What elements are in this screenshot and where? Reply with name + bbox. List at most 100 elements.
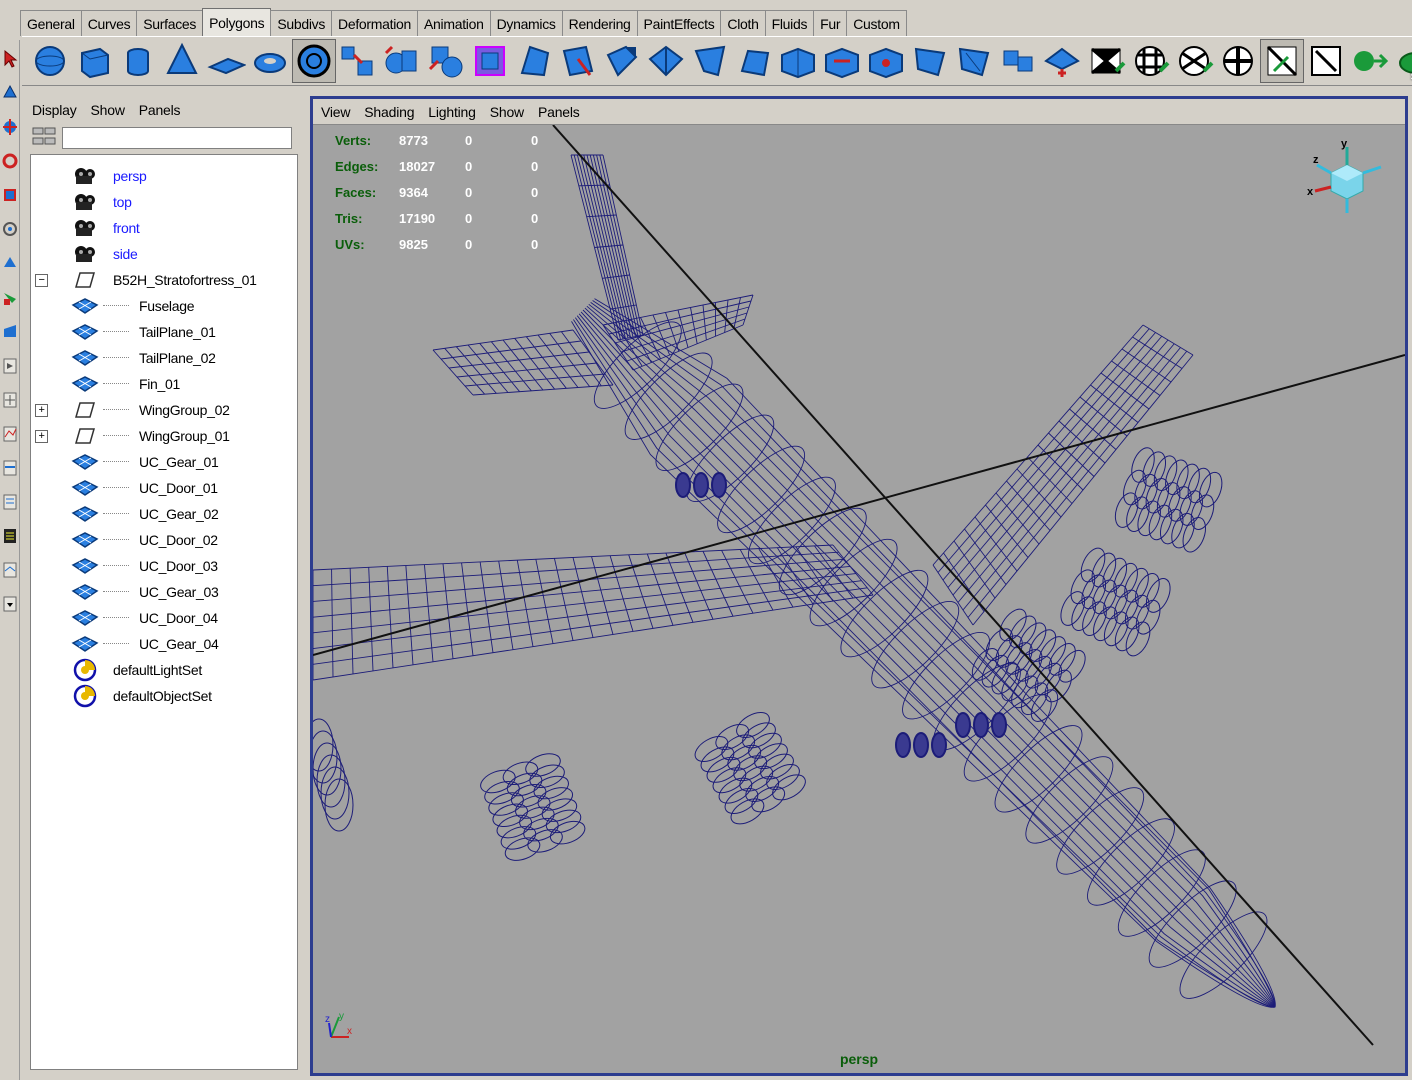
view-cube-gizmo[interactable]: y z x [1307,137,1387,217]
duplicate-face-icon[interactable] [996,39,1040,83]
layout-graph-icon[interactable] [1,418,19,448]
outliner-menu-show[interactable]: Show [91,102,125,118]
chamfer-icon[interactable] [688,39,732,83]
poly-plane-icon[interactable] [204,39,248,83]
layout-quad-icon[interactable] [1,316,19,346]
outliner-item-uc_door_03[interactable]: UC_Door_03 [31,553,297,579]
shelf-tab-polygons[interactable]: Polygons [202,8,272,36]
outliner-item-uc_gear_04[interactable]: UC_Gear_04 [31,631,297,657]
layout-render-icon[interactable] [1,520,19,550]
shelf-tab-fur[interactable]: Fur [813,10,848,36]
shelf-tab-subdivs[interactable]: Subdivs [270,10,333,36]
uv-editor-icon[interactable] [1304,39,1348,83]
poly-torus-icon[interactable] [248,39,292,83]
split-polygon-icon[interactable] [556,39,600,83]
extract-icon[interactable] [1040,39,1084,83]
shelf-tab-dynamics[interactable]: Dynamics [489,10,563,36]
layout-persp-graph-icon[interactable] [1,452,19,482]
outliner-item-uc_door_04[interactable]: UC_Door_04 [31,605,297,631]
outliner-item-uc_gear_02[interactable]: UC_Gear_02 [31,501,297,527]
shelf-tab-curves[interactable]: Curves [80,10,138,36]
outliner-item-uc_door_02[interactable]: UC_Door_02 [31,527,297,553]
outliner-filter-input[interactable] [62,127,292,149]
separate-icon[interactable] [380,39,424,83]
filter-icon[interactable] [32,126,56,151]
layout-script-icon[interactable] [1,554,19,584]
manipulator-icon[interactable] [1,214,19,244]
boolean-union-icon[interactable] [424,39,468,83]
outliner-item-fin_01[interactable]: Fin_01 [31,371,297,397]
scale-tool-icon[interactable] [1,180,19,210]
shelf-tab-animation[interactable]: Animation [417,10,491,36]
layout-hypershade-icon[interactable] [1,486,19,516]
merge-edge-icon[interactable] [820,39,864,83]
automatic-map-icon[interactable] [1260,39,1304,83]
last-tool-icon[interactable] [1,248,19,278]
outliner-item-fuselage[interactable]: Fuselage [31,293,297,319]
collapse-icon[interactable]: − [35,273,48,287]
sculpt-icon[interactable] [1084,39,1128,83]
poly-sphere-icon[interactable] [28,39,72,83]
poly-pipe-icon[interactable] [292,39,336,83]
shelf-tab-deformation[interactable]: Deformation [331,10,419,36]
layout-side-icon[interactable] [1,350,19,380]
expand-icon[interactable]: + [35,429,48,443]
perspective-viewport[interactable]: View Shading Lighting Show Panels Verts:… [310,96,1408,1076]
smooth-proxy-icon[interactable] [468,39,512,83]
subdivide-icon[interactable] [908,39,952,83]
outliner-item-winggroup_02[interactable]: + WingGroup_02 [31,397,297,423]
layout-single-icon[interactable] [1,282,19,312]
collapse-icon[interactable] [864,39,908,83]
poly-cone-icon[interactable] [160,39,204,83]
lasso-tool-icon[interactable] [1,78,19,108]
bevel-icon[interactable] [732,39,776,83]
rotate-tool-icon[interactable] [1,146,19,176]
outliner-item-defaultobjectset[interactable]: defaultObjectSet [31,683,297,709]
extrude-face-icon[interactable] [512,39,556,83]
layout-dropdown-icon[interactable] [1,588,19,618]
viewport-menu-view[interactable]: View [321,104,350,120]
move-tool-icon[interactable] [1,112,19,142]
wedge-face-icon[interactable] [600,39,644,83]
outliner-item-defaultlightset[interactable]: defaultLightSet [31,657,297,683]
shelf-tab-custom[interactable]: Custom [846,10,907,36]
shelf-tab-rendering[interactable]: Rendering [561,10,638,36]
shelf-tab-fluids[interactable]: Fluids [764,10,815,36]
spherical-map-icon[interactable] [1216,39,1260,83]
viewport-menu-shading[interactable]: Shading [364,104,414,120]
select-tool-icon[interactable] [1,44,19,74]
poly-cube-icon[interactable] [72,39,116,83]
expand-icon[interactable]: + [35,403,48,417]
outliner-item-uc_door_01[interactable]: UC_Door_01 [31,475,297,501]
planar-map-icon[interactable] [1128,39,1172,83]
shelf-tab-surfaces[interactable]: Surfaces [136,10,204,36]
outliner-item-top[interactable]: top [31,189,297,215]
outliner-item-persp[interactable]: persp [31,163,297,189]
viewport-menu-panels[interactable]: Panels [538,104,580,120]
shelf-tab-general[interactable]: General [20,10,82,36]
viewport-menu-show[interactable]: Show [490,104,524,120]
outliner-item-winggroup_01[interactable]: + WingGroup_01 [31,423,297,449]
outliner-item-uc_gear_01[interactable]: UC_Gear_01 [31,449,297,475]
layout-uvs-icon[interactable] [1348,39,1392,83]
shelf-tab-painteffects[interactable]: PaintEffects [636,10,722,36]
viewport-menu-lighting[interactable]: Lighting [428,104,476,120]
outliner-item-tailplane_01[interactable]: TailPlane_01 [31,319,297,345]
outliner-menu-panels[interactable]: Panels [139,102,181,118]
outliner-item-b52h_stratofortress_01[interactable]: − B52H_Stratofortress_01 [31,267,297,293]
outliner-item-side[interactable]: side [31,241,297,267]
soften-edge-icon[interactable]: Soft [1392,39,1412,83]
outliner-item-front[interactable]: front [31,215,297,241]
append-polygon-icon[interactable] [776,39,820,83]
layout-outliner-icon[interactable] [1,384,19,414]
viewport-canvas[interactable]: Verts: 8773 0 0 Edges: 18027 0 0 Faces: 9364 0 0 Tri… [313,125,1405,1073]
cylindrical-map-icon[interactable] [1172,39,1216,83]
shelf-tab-cloth[interactable]: Cloth [720,10,766,36]
outliner-menu-display[interactable]: Display [32,102,77,118]
extrude-edge-icon[interactable] [644,39,688,83]
poly-cylinder-icon[interactable] [116,39,160,83]
poke-face-icon[interactable] [952,39,996,83]
outliner-item-uc_gear_03[interactable]: UC_Gear_03 [31,579,297,605]
wireframe-model[interactable] [313,125,1405,1073]
outliner-item-tailplane_02[interactable]: TailPlane_02 [31,345,297,371]
